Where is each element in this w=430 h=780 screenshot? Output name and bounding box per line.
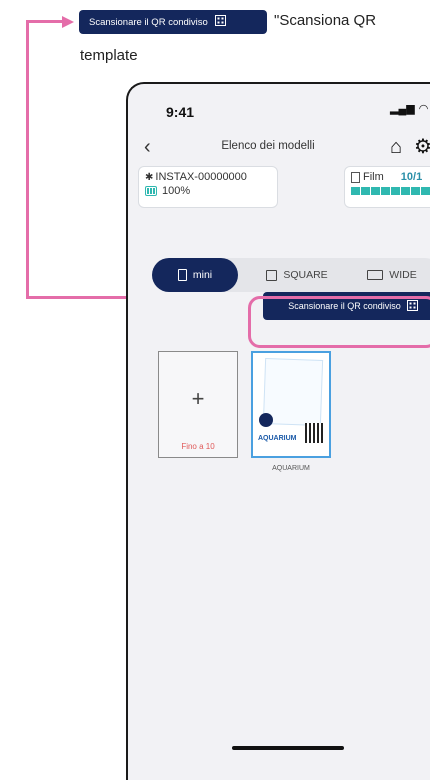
signal-icon: ▂▄▆ bbox=[390, 103, 415, 115]
callout-line-vertical bbox=[26, 20, 29, 298]
format-segmented-control: mini SQUARE WIDE bbox=[152, 258, 430, 292]
bluetooth-icon: ✱ bbox=[145, 171, 154, 183]
template-qr-icon bbox=[305, 423, 325, 443]
square-format-icon bbox=[266, 269, 278, 281]
device-battery: 100% bbox=[162, 185, 191, 197]
template-thumbnail[interactable]: AQUARIUM bbox=[251, 351, 331, 458]
tab-mini[interactable]: mini bbox=[152, 258, 238, 292]
tab-square[interactable]: SQUARE bbox=[252, 258, 342, 292]
plus-icon: + bbox=[191, 386, 205, 411]
status-time: 9:41 bbox=[166, 104, 195, 120]
screen: Scansionare il QR condiviso "Scansiona Q… bbox=[0, 0, 430, 780]
home-indicator bbox=[232, 746, 344, 750]
highlight-box bbox=[248, 296, 430, 348]
film-level-bar bbox=[351, 187, 430, 195]
wide-format-icon bbox=[367, 270, 384, 280]
template-thumb-label: AQUARIUM bbox=[258, 435, 297, 442]
mini-format-icon bbox=[177, 269, 187, 281]
template-limit-text: Fino a 10 bbox=[181, 442, 215, 451]
tab-square-label: SQUARE bbox=[283, 269, 328, 281]
film-count: 10/1 bbox=[400, 171, 423, 183]
film-label: Film bbox=[363, 171, 384, 183]
callout-scan-qr-button: Scansionare il QR condiviso bbox=[79, 10, 267, 34]
device-status-card: ✱ INSTAX-00000000 100% bbox=[138, 166, 278, 208]
callout-arrow-head bbox=[62, 16, 74, 28]
status-icons: ▂▄▆ ◠ bbox=[390, 102, 430, 115]
tab-wide[interactable]: WIDE bbox=[352, 258, 430, 292]
gear-icon[interactable]: ⚙ bbox=[414, 134, 430, 159]
callout-template-text: template bbox=[80, 47, 138, 64]
film-status-card: Film 10/1 bbox=[344, 166, 430, 208]
home-icon[interactable]: ⌂ bbox=[390, 136, 402, 159]
film-icon bbox=[351, 171, 360, 183]
template-name: AQUARIUM bbox=[272, 465, 310, 472]
callout-quote-text: "Scansiona QR bbox=[274, 12, 377, 29]
page-title: Elenco dei modelli bbox=[221, 140, 315, 152]
battery-icon bbox=[145, 186, 157, 196]
device-name: INSTAX-00000000 bbox=[155, 171, 247, 183]
wifi-icon: ◠ bbox=[418, 103, 429, 115]
callout-scan-qr-label: Scansionare il QR condiviso bbox=[89, 16, 208, 28]
tab-wide-label: WIDE bbox=[389, 269, 417, 281]
qr-code-icon bbox=[214, 15, 226, 29]
add-template-tile[interactable]: + Fino a 10 bbox=[158, 351, 238, 458]
phone-frame: 9:41 ▂▄▆ ◠ ‹ Elenco dei modelli ⌂ ⚙ ✱ IN… bbox=[126, 82, 430, 780]
tab-mini-label: mini bbox=[192, 269, 213, 281]
template-logo-icon bbox=[259, 413, 273, 427]
callout-line-top bbox=[26, 20, 64, 23]
